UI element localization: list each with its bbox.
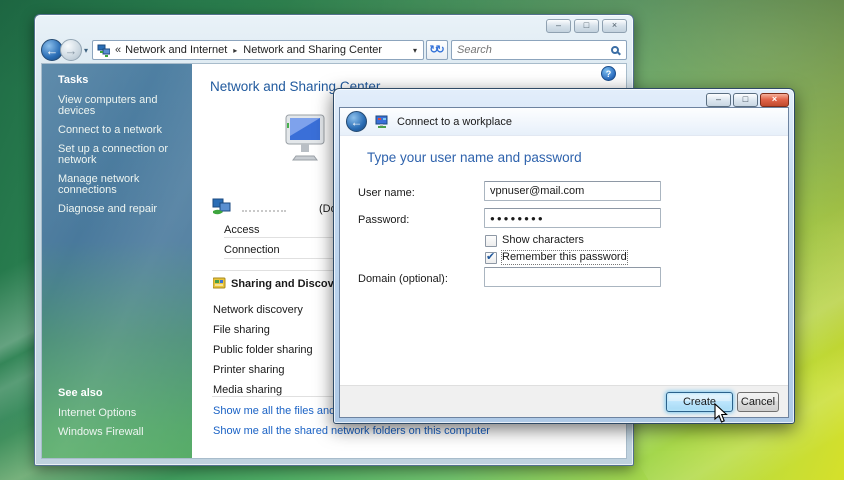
access-label: Access (224, 224, 259, 236)
forward-icon: → (65, 43, 78, 58)
recent-pages-dropdown-icon[interactable]: ▾ (82, 46, 92, 55)
network-icon (97, 44, 110, 57)
remember-password-label: Remember this password (502, 251, 627, 264)
help-icon[interactable]: ? (601, 66, 616, 81)
computer-icon (284, 114, 326, 162)
connect-workplace-dialog: – □ × ← Connect to a workplace Type your… (333, 88, 795, 424)
workplace-icon (375, 115, 390, 129)
check-icon: ✔ (486, 250, 495, 263)
minimize-icon[interactable]: – (546, 19, 571, 33)
domain-field[interactable] (484, 267, 661, 287)
username-field[interactable] (484, 181, 661, 201)
show-characters-checkbox[interactable] (485, 235, 497, 247)
remember-password-checkbox[interactable]: ✔ (485, 252, 497, 264)
sidebar-item-manage-connections[interactable]: Manage network connections (58, 174, 192, 196)
domain-label: Domain (optional): (358, 273, 448, 285)
sidebar-item-diagnose-repair[interactable]: Diagnose and repair (58, 204, 192, 215)
desktop-wallpaper: – □ × ← → ▾ « Network and Internet ▸ Net… (0, 0, 844, 480)
sidebar-item-setup-connection[interactable]: Set up a connection or network (58, 144, 192, 166)
row-public-folder-sharing[interactable]: Public folder sharing (213, 344, 313, 356)
sidebar-item-view-computers[interactable]: View computers and devices (58, 95, 192, 117)
wizard-back-button[interactable]: ← (346, 111, 367, 132)
maximize-icon[interactable]: □ (574, 19, 599, 33)
password-label: Password: (358, 214, 409, 226)
back-icon: ← (351, 115, 363, 129)
explorer-titlebar[interactable]: – □ × (41, 15, 627, 37)
chevron-right-icon[interactable]: ▸ (227, 46, 243, 55)
search-box[interactable] (451, 40, 627, 60)
address-bar[interactable]: « Network and Internet ▸ Network and Sha… (92, 40, 424, 60)
close-icon[interactable]: × (602, 19, 627, 33)
sidebar-item-windows-firewall[interactable]: Windows Firewall (58, 427, 144, 438)
dialog-titlebar[interactable]: – □ × (339, 89, 789, 107)
wizard-page: Type your user name and password User na… (340, 136, 788, 385)
mouse-cursor (714, 403, 729, 424)
tasks-header: Tasks (58, 74, 192, 86)
explorer-toolbar: ← → ▾ « Network and Internet ▸ Network a… (41, 37, 627, 63)
connection-label: Connection (224, 244, 280, 256)
wizard-header: ← Connect to a workplace (340, 108, 788, 136)
row-network-discovery[interactable]: Network discovery (213, 304, 303, 316)
search-input[interactable] (457, 44, 611, 56)
sharing-discovery-icon (213, 276, 227, 290)
breadcrumb-item-network-and-internet[interactable]: Network and Internet (125, 44, 227, 56)
cancel-button[interactable]: Cancel (737, 392, 779, 412)
link-show-shared-folders[interactable]: Show me all the shared network folders o… (213, 425, 490, 437)
forward-button[interactable]: → (60, 39, 82, 61)
maximize-icon[interactable]: □ (733, 93, 758, 107)
wizard-heading: Type your user name and password (367, 150, 582, 165)
sidebar-item-connect-network[interactable]: Connect to a network (58, 125, 192, 136)
breadcrumb-overflow-icon[interactable]: « (110, 44, 125, 56)
address-dropdown-icon[interactable]: ▾ (411, 46, 419, 55)
remember-password-row[interactable]: ✔ Remember this password (485, 251, 627, 264)
tasks-sidebar: Tasks View computers and devices Connect… (42, 64, 192, 458)
show-characters-label: Show characters (502, 234, 584, 247)
refresh-icon[interactable]: ↻↻ (426, 40, 448, 60)
breadcrumb-item-network-sharing-center[interactable]: Network and Sharing Center (243, 44, 382, 56)
row-printer-sharing[interactable]: Printer sharing (213, 364, 285, 376)
close-icon[interactable]: × (760, 93, 789, 107)
see-also-section: See also Internet Options Windows Firewa… (58, 387, 144, 446)
obscured-network-name (242, 210, 286, 212)
username-label: User name: (358, 187, 415, 199)
row-file-sharing[interactable]: File sharing (213, 324, 270, 336)
show-characters-row[interactable]: Show characters (485, 234, 584, 247)
sidebar-item-internet-options[interactable]: Internet Options (58, 408, 144, 419)
dialog-body: ← Connect to a workplace Type your user … (339, 107, 789, 418)
see-also-header: See also (58, 387, 144, 399)
back-icon: ← (46, 43, 59, 58)
dialog-title: Connect to a workplace (397, 116, 512, 128)
search-icon[interactable] (611, 46, 619, 54)
network-location-icon (212, 198, 232, 216)
password-field[interactable] (484, 208, 661, 228)
row-media-sharing[interactable]: Media sharing (213, 384, 282, 396)
minimize-icon[interactable]: – (706, 93, 731, 107)
